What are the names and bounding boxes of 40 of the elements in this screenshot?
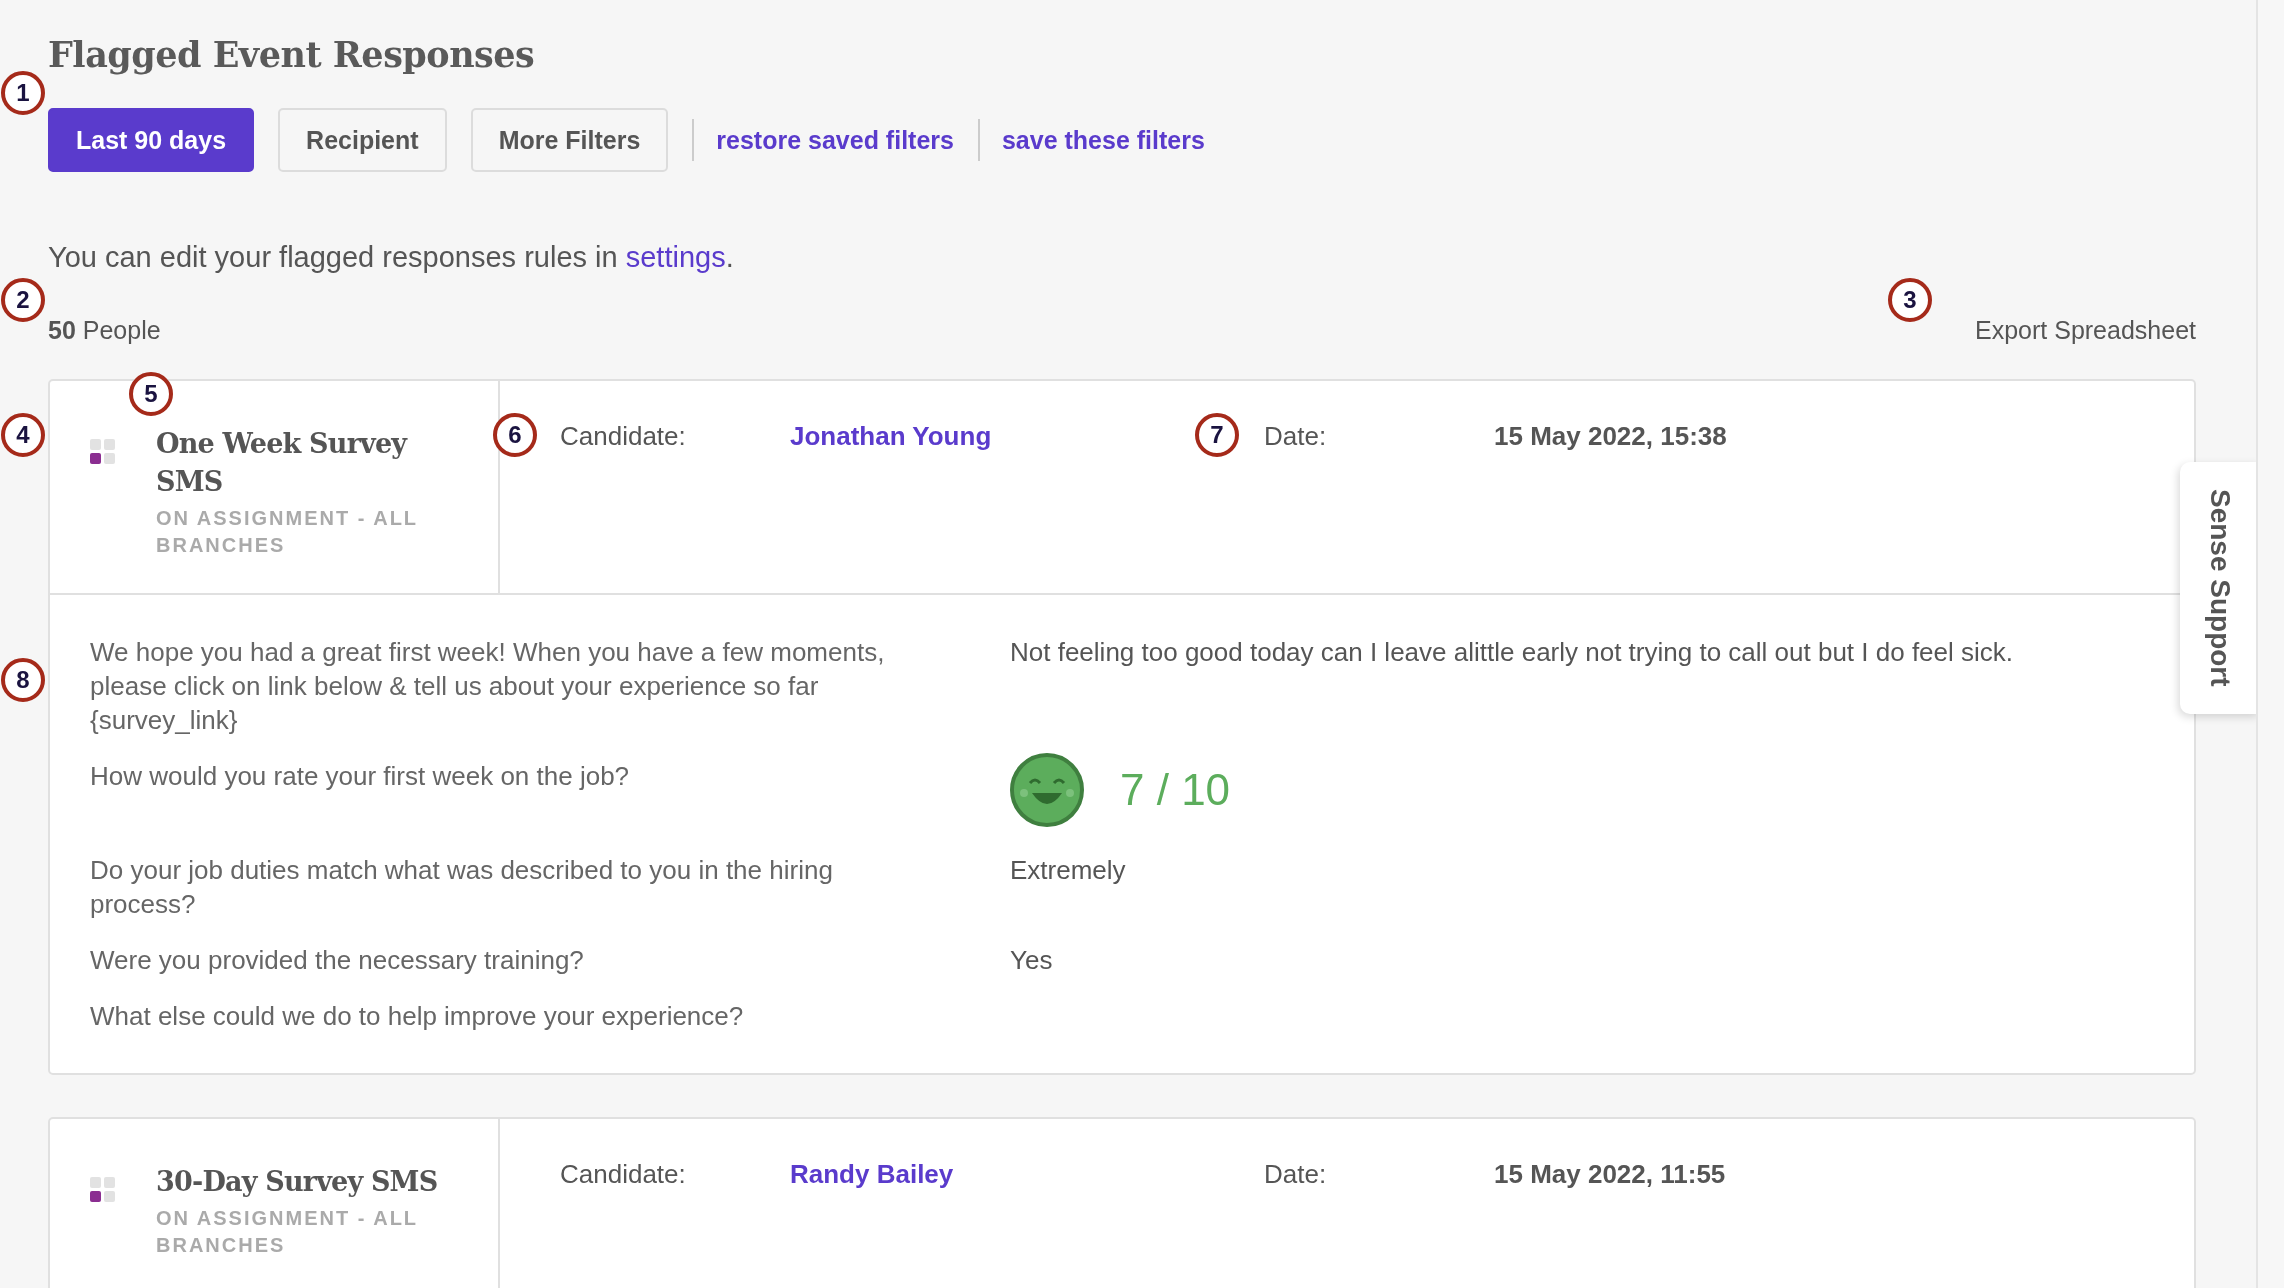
date-value: 15 May 2022, 15:38	[1494, 421, 1727, 452]
callout-marker: 2	[1, 278, 45, 322]
date-label: Date:	[1264, 421, 1328, 452]
date-label: Date:	[1264, 1159, 1328, 1190]
filter-link[interactable]: restore saved filters	[716, 125, 954, 155]
filter-link[interactable]: save these filters	[1001, 125, 1205, 155]
notice-text: You can edit your flagged responses rules in settings.	[48, 240, 735, 275]
segment-label: ON ASSIGNMENT - ALL BRANCHES	[156, 506, 419, 558]
export-link[interactable]: Export Spreadsheet	[1975, 316, 2196, 345]
segment-label: ON ASSIGNMENT - ALL BRANCHES	[156, 1206, 419, 1258]
survey-name: 30-Day Survey SMS	[156, 1165, 439, 1199]
date-value: 15 May 2022, 11:55	[1494, 1159, 1726, 1190]
question-text: We hope you had a great first week! When you have a few moments, please click on link below & tell us about your experience so far {survey_link}	[90, 636, 886, 737]
smiley-icon	[1010, 753, 1084, 827]
callout-marker: 1	[1, 71, 45, 115]
question-text: Were you provided the necessary training?	[90, 944, 585, 977]
grid-icon	[90, 1177, 116, 1203]
question-text: How would you rate your first week on the job?	[90, 760, 631, 793]
answer-text: Not feeling too good today can I leave alittle early not trying to call out but I do feel sick.	[1010, 637, 2014, 667]
answer-text: Yes	[1010, 945, 1053, 975]
callout-marker: 4	[1, 413, 45, 457]
candidate-link[interactable]: Randy Bailey	[790, 1159, 954, 1189]
candidate-label: Candidate:	[560, 421, 687, 452]
candidate-label: Candidate:	[560, 1159, 687, 1190]
page-title: Flagged Event Responses	[48, 33, 536, 77]
people-count: 50 People	[48, 316, 161, 345]
grid-icon	[90, 439, 116, 465]
question-text: What else could we do to help improve your experience?	[90, 1000, 745, 1033]
candidate-link[interactable]: Jonathan Young	[790, 421, 992, 451]
rating-score: 7 / 10	[1120, 773, 1231, 807]
question-text: Do your job duties match what was described to you in the hiring process?	[90, 854, 834, 921]
callout-marker: 3	[1888, 278, 1932, 322]
callout-marker: 5	[129, 372, 173, 416]
settings-link[interactable]: settings	[625, 241, 726, 273]
survey-name: One Week Survey SMS	[156, 427, 409, 499]
answer-text: Extremely	[1010, 855, 1126, 885]
filter-button[interactable]: Last 90 days	[48, 108, 255, 172]
filter-button[interactable]: Recipient	[278, 108, 447, 172]
callout-marker: 8	[1, 658, 45, 702]
filter-button[interactable]: More Filters	[470, 108, 669, 172]
